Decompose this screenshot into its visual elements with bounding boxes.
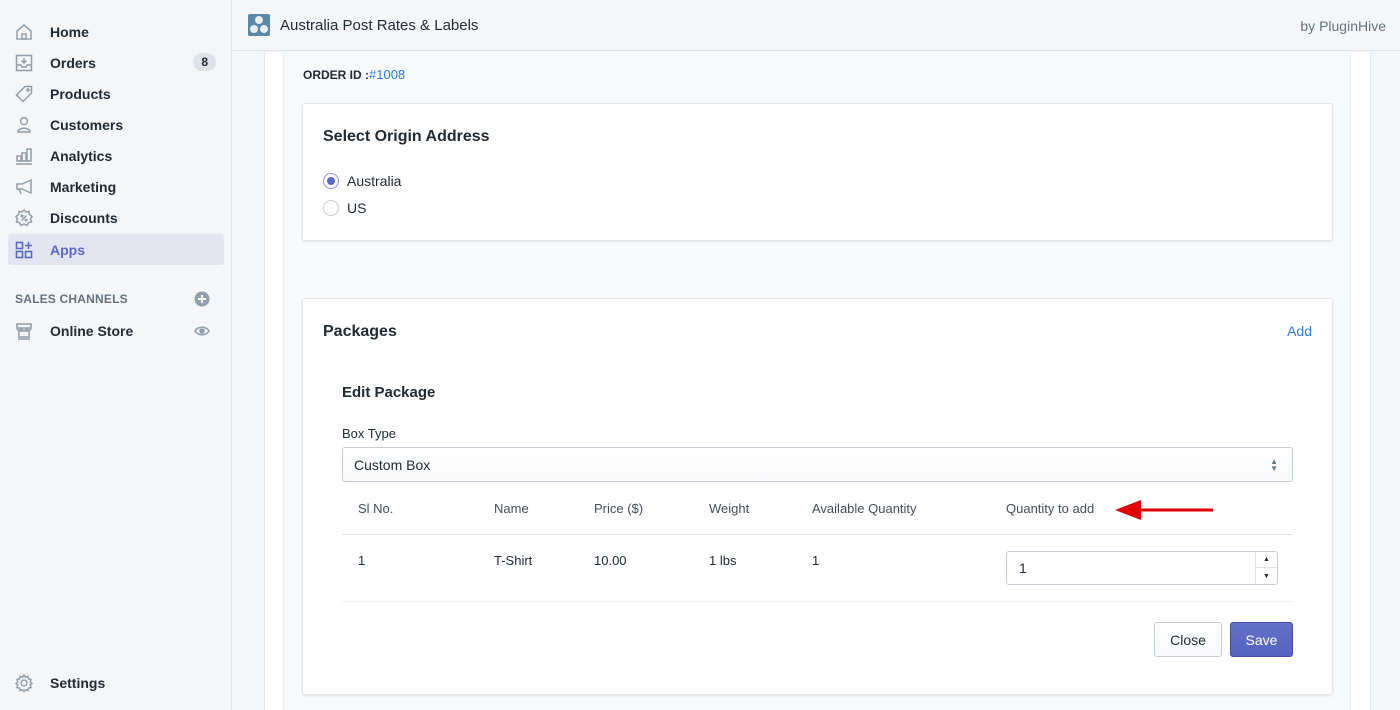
column-header-name: Name <box>494 501 529 516</box>
apps-icon <box>14 240 34 260</box>
sidebar-item-products[interactable]: Products <box>8 78 224 109</box>
sidebar-item-discounts[interactable]: Discounts <box>8 202 224 233</box>
sidebar-item-customers[interactable]: Customers <box>8 109 224 140</box>
app-logo-icon <box>248 14 270 36</box>
origin-radio-us[interactable]: US <box>323 200 366 216</box>
add-package-link[interactable]: Add <box>1287 323 1312 339</box>
tag-icon <box>14 84 34 104</box>
increment-icon[interactable]: ▲ <box>1256 552 1277 568</box>
origin-address-title: Select Origin Address <box>323 128 490 145</box>
home-icon <box>14 22 34 42</box>
close-button[interactable]: Close <box>1154 622 1222 657</box>
radio-selected-icon <box>323 173 339 189</box>
radio-unselected-icon <box>323 200 339 216</box>
column-header-weight: Weight <box>709 501 750 516</box>
column-header-sl-no: Sl No. <box>358 501 394 516</box>
origin-radio-australia[interactable]: Australia <box>323 173 401 189</box>
person-icon <box>14 115 34 135</box>
app-title: Australia Post Rates & Labels <box>280 16 479 34</box>
column-header-quantity-to-add: Quantity to add <box>1006 501 1095 516</box>
app-header: Australia Post Rates & Labels by PluginH… <box>233 0 1400 51</box>
save-button[interactable]: Save <box>1230 622 1293 657</box>
orders-icon <box>14 53 34 73</box>
cell-sl-no: 1 <box>358 553 366 568</box>
box-type-value: Custom Box <box>354 456 431 473</box>
edit-package-title: Edit Package <box>342 384 436 401</box>
box-type-label: Box Type <box>342 426 396 441</box>
discount-icon <box>14 208 34 228</box>
order-id-link[interactable]: #1008 <box>369 67 405 82</box>
sidebar-item-marketing[interactable]: Marketing <box>8 171 224 202</box>
quantity-to-add-stepper[interactable]: 1 ▲ ▼ <box>1006 551 1278 585</box>
column-header-price: Price ($) <box>594 501 644 516</box>
sidebar-item-settings[interactable]: Settings <box>8 667 224 698</box>
sidebar: Home Orders 8 Products Customers Analyti… <box>0 0 232 710</box>
sidebar-item-analytics[interactable]: Analytics <box>8 140 224 171</box>
order-id: ORDER ID :#1008 <box>303 67 405 82</box>
cell-price: 10.00 <box>594 553 627 568</box>
quantity-to-add-value: 1 <box>1019 560 1027 576</box>
gear-icon <box>14 673 34 693</box>
bar-chart-icon <box>14 146 34 166</box>
sidebar-item-orders[interactable]: Orders 8 <box>8 47 224 78</box>
select-arrows-icon: ▲ ▼ <box>1270 457 1278 473</box>
box-type-select[interactable]: Custom Box ▲ ▼ <box>342 447 1293 482</box>
order-id-label: ORDER ID : <box>303 68 369 82</box>
add-sales-channel-icon[interactable] <box>194 291 210 310</box>
quantity-spinner: ▲ ▼ <box>1255 552 1277 584</box>
cell-weight: 1 lbs <box>709 553 737 568</box>
origin-address-card: Select Origin Address Australia US <box>302 103 1333 241</box>
decrement-icon[interactable]: ▼ <box>1256 568 1277 584</box>
cell-name: T-Shirt <box>494 553 533 568</box>
sidebar-item-online-store[interactable]: Online Store <box>8 315 224 346</box>
cell-available-quantity: 1 <box>812 553 820 568</box>
header-divider <box>342 534 1293 535</box>
megaphone-icon <box>14 177 34 197</box>
sidebar-item-home[interactable]: Home <box>8 16 224 47</box>
column-header-available-quantity: Available Quantity <box>812 501 917 516</box>
sales-channels-heading: SALES CHANNELS <box>15 292 128 306</box>
annotation-arrow-icon <box>1115 500 1213 520</box>
packages-title: Packages <box>323 323 397 340</box>
row-divider <box>342 601 1293 602</box>
developer-credit: by PluginHive <box>1300 18 1386 34</box>
orders-count-badge: 8 <box>193 53 216 71</box>
sidebar-item-apps[interactable]: Apps <box>8 234 224 265</box>
view-store-eye-icon[interactable] <box>194 323 210 342</box>
store-icon <box>14 321 34 341</box>
